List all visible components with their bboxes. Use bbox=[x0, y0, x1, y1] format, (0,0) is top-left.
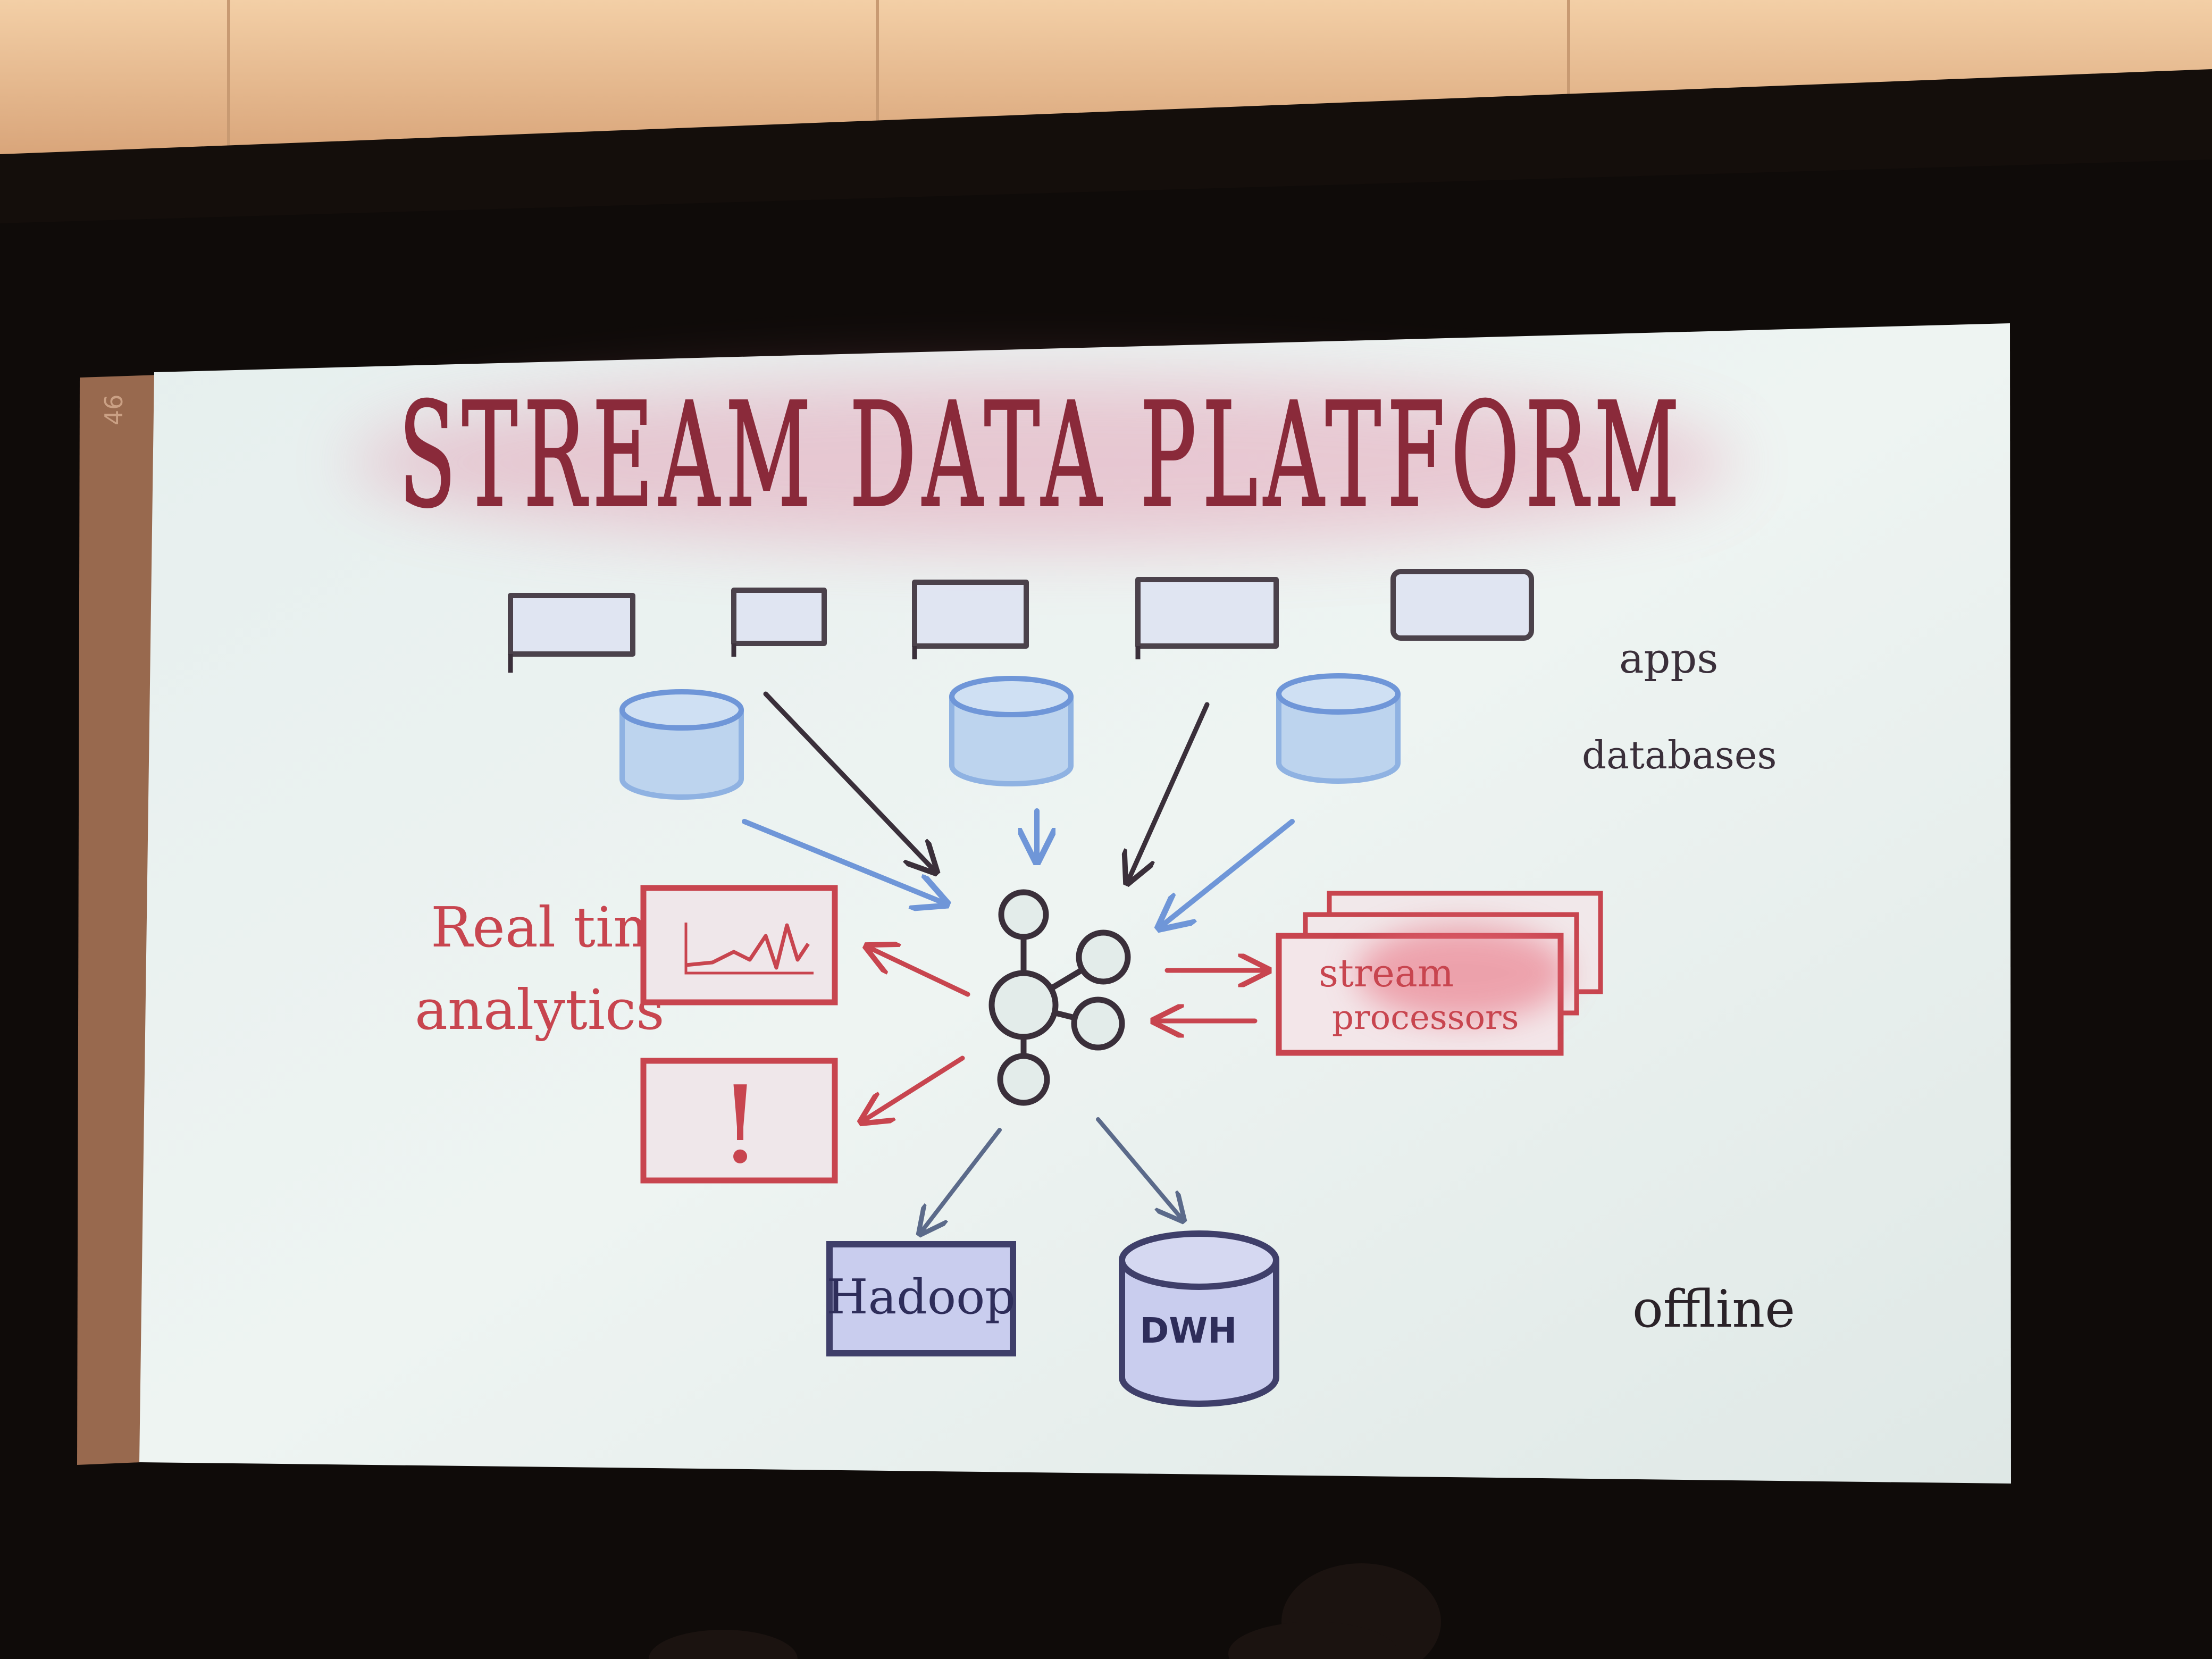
hadoop-label: Hadoop bbox=[826, 1269, 1016, 1325]
app-box bbox=[912, 580, 1029, 649]
database-cylinder bbox=[949, 676, 1074, 786]
hub-node-core bbox=[988, 970, 1059, 1040]
presentation-photo: 46 STREAM DATA PLATFORM apps databases R… bbox=[0, 0, 2212, 1659]
hub-node bbox=[1071, 996, 1125, 1051]
stream-label-line2: processors bbox=[1332, 998, 1519, 1037]
stream-label-line1: stream bbox=[1319, 951, 1454, 995]
photo-scene: 46 STREAM DATA PLATFORM apps databases R… bbox=[0, 0, 2212, 1659]
hub-node bbox=[997, 1053, 1050, 1106]
hub-node bbox=[998, 889, 1049, 940]
slide-title: STREAM DATA PLATFORM bbox=[399, 372, 1686, 539]
alert-mark: ! bbox=[719, 1063, 761, 1187]
realtime-label-line2: analytics bbox=[415, 977, 665, 1042]
cylinder-top bbox=[1276, 673, 1401, 715]
app-box bbox=[1135, 577, 1279, 649]
database-cylinder bbox=[1276, 673, 1401, 784]
app-box bbox=[731, 588, 827, 646]
cylinder-top bbox=[949, 676, 1074, 717]
dwh-label: DWH bbox=[1140, 1310, 1237, 1351]
stream-processors: stream processors bbox=[1276, 891, 1603, 1056]
hub-node bbox=[1076, 929, 1131, 985]
app-box bbox=[508, 593, 635, 657]
offline-label: offline bbox=[1632, 1279, 1795, 1339]
slide-title-group: STREAM DATA PLATFORM bbox=[351, 371, 1733, 548]
dwh-cylinder-top bbox=[1119, 1230, 1279, 1290]
hadoop-system: Hadoop bbox=[826, 1241, 1016, 1356]
cylinder-top bbox=[619, 689, 744, 731]
databases-label: databases bbox=[1582, 733, 1777, 777]
slide-number-mark: 46 bbox=[99, 394, 128, 425]
apps-label: apps bbox=[1619, 635, 1718, 683]
database-cylinder bbox=[619, 689, 744, 800]
dwh-system: DWH bbox=[1119, 1230, 1279, 1407]
app-box bbox=[1390, 569, 1534, 641]
